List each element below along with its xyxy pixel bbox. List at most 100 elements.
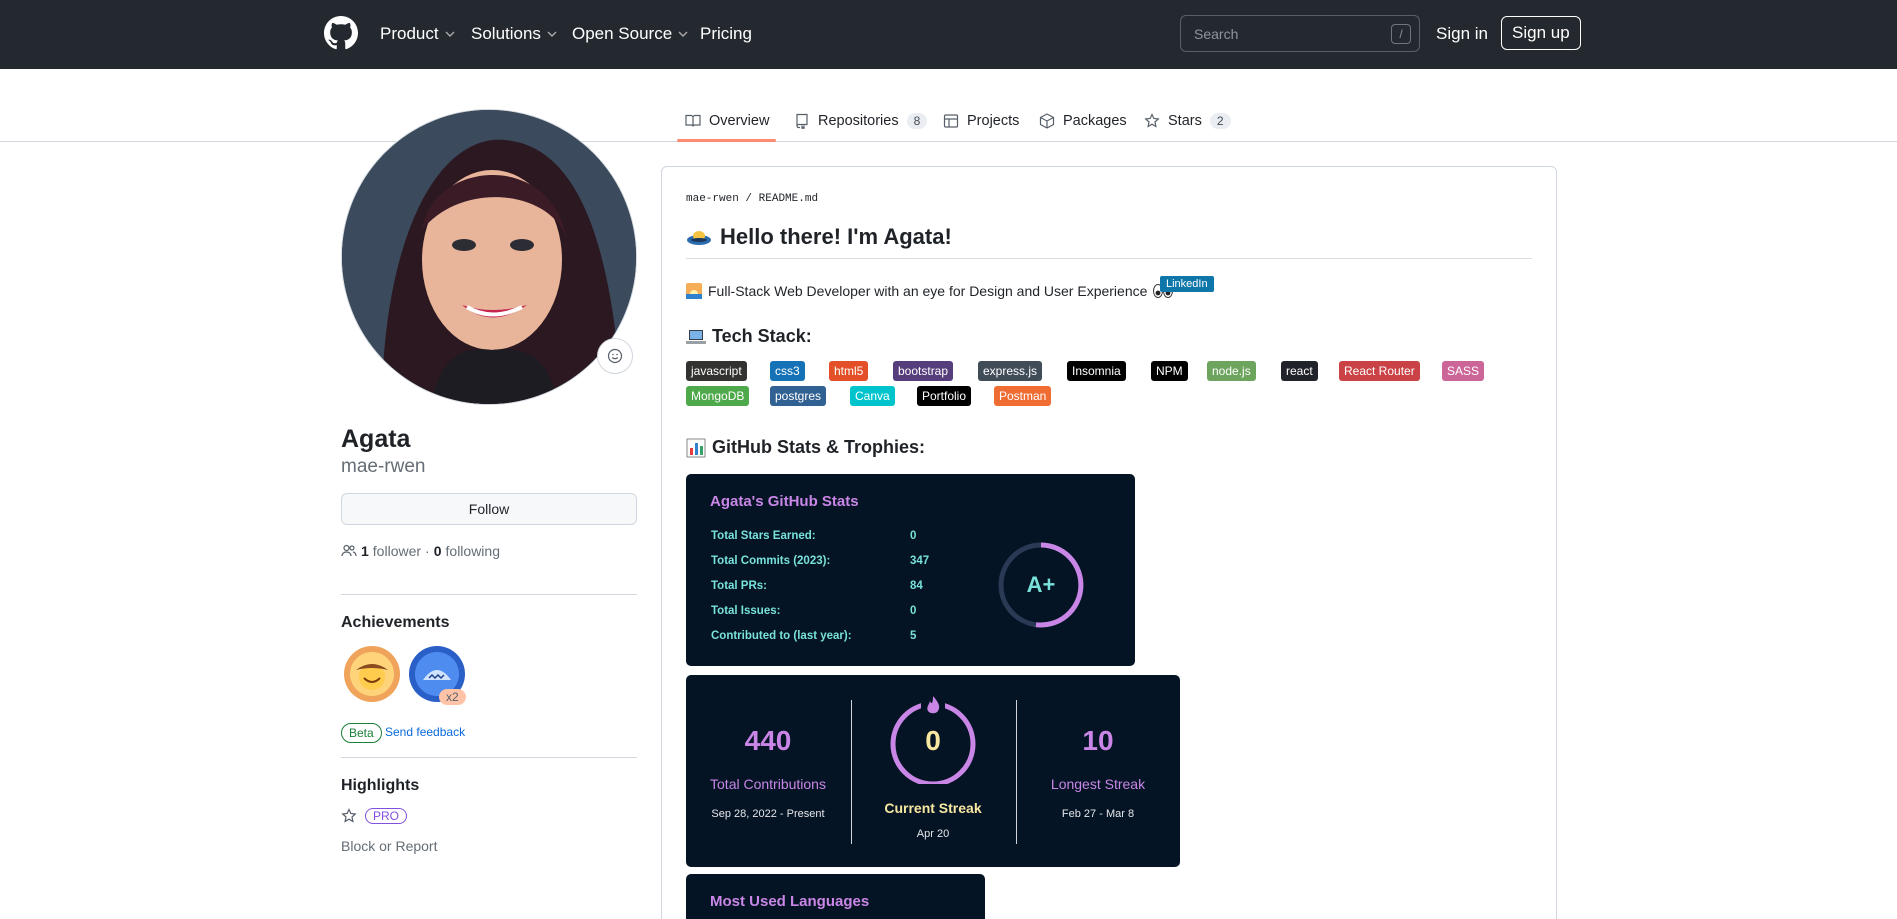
followers-label[interactable]: follower <box>373 543 421 559</box>
achievement-badge-yolo[interactable] <box>344 646 400 702</box>
stats-card-title: Agata's GitHub Stats <box>710 493 859 510</box>
tab-projects[interactable]: Projects <box>943 108 1019 134</box>
following-label[interactable]: following <box>446 543 500 559</box>
shark-icon <box>423 670 451 680</box>
badge-sass[interactable]: SASS <box>1442 361 1485 381</box>
smiley-icon <box>607 348 623 364</box>
badge-express[interactable]: express.js <box>978 361 1043 381</box>
tab-repositories-label: Repositories <box>818 113 899 129</box>
followers-separator: · <box>425 543 430 559</box>
package-icon <box>1039 113 1055 129</box>
laptop-icon <box>686 329 706 344</box>
description-text: Full-Stack Web Developer with an eye for… <box>708 283 1148 299</box>
top-navigation-bar: Product Solutions Open Source Pricing Se… <box>0 0 1897 69</box>
badge-label: Insomnia <box>1072 364 1121 378</box>
search-placeholder: Search <box>1194 26 1239 42</box>
sunrise-icon <box>686 283 702 299</box>
stat-label: Total PRs: <box>711 580 768 592</box>
stat-value: 5 <box>910 630 917 642</box>
status-emoji-button[interactable] <box>597 338 633 374</box>
follow-button[interactable]: Follow <box>341 493 637 525</box>
badge-label: Portfolio <box>922 389 967 403</box>
sign-up-button[interactable]: Sign up <box>1501 16 1581 50</box>
nav-solutions[interactable]: Solutions <box>471 24 557 44</box>
badge-postgres[interactable]: postgres <box>770 386 827 406</box>
badge-npm[interactable]: NPM <box>1151 361 1188 381</box>
sign-in-link[interactable]: Sign in <box>1436 24 1488 44</box>
chevron-down-icon <box>445 31 455 37</box>
badge-insomnia[interactable]: Insomnia <box>1067 361 1126 381</box>
readme-breadcrumb: mae-rwen / README.md <box>686 193 818 205</box>
tab-packages[interactable]: Packages <box>1039 108 1127 134</box>
longest-streak-value: 10 <box>1082 725 1114 756</box>
tab-projects-label: Projects <box>967 113 1020 129</box>
badge-mongodb[interactable]: MongoDB <box>686 386 750 406</box>
linkedin-badge[interactable]: LinkedIn <box>1160 276 1214 292</box>
readme-file-link[interactable]: README.md <box>759 193 818 205</box>
stat-value: 347 <box>910 555 930 567</box>
profile-login: mae-rwen <box>341 456 426 477</box>
following-count[interactable]: 0 <box>434 543 442 559</box>
tab-repositories[interactable]: Repositories 8 <box>794 108 928 134</box>
breadcrumb-separator: / <box>745 193 753 205</box>
badge-label: MongoDB <box>691 389 745 403</box>
badge-label: postgres <box>775 389 822 403</box>
tabs-divider <box>0 141 1897 142</box>
badge-portfolio[interactable]: Portfolio <box>917 386 972 406</box>
badge-react[interactable]: react <box>1281 361 1318 381</box>
achievements-title: Achievements <box>341 614 450 631</box>
followers-count[interactable]: 1 <box>361 543 369 559</box>
search-input[interactable]: Search / <box>1180 15 1420 52</box>
badge-bootstrap[interactable]: bootstrap <box>893 361 954 381</box>
stat-value: 84 <box>910 580 923 592</box>
book-icon <box>685 114 701 127</box>
nav-pricing[interactable]: Pricing <box>700 24 752 44</box>
divider <box>1016 700 1017 844</box>
cowboy-emoji-icon <box>356 664 388 690</box>
badge-postman[interactable]: Postman <box>994 386 1052 406</box>
tab-overview[interactable]: Overview <box>685 108 769 134</box>
divider <box>341 594 637 595</box>
total-contributions-label: Total Contributions <box>710 776 826 792</box>
tab-stars-label: Stars <box>1168 113 1202 129</box>
chevron-down-icon <box>678 31 688 37</box>
tech-stack-title: Tech Stack: <box>712 326 812 346</box>
readme-heading-text: Hello there! I'm Agata! <box>720 224 952 249</box>
achievement-multiplier: x2 <box>439 689 466 705</box>
star-icon <box>341 808 357 823</box>
nav-product[interactable]: Product <box>380 24 455 44</box>
github-logo-icon[interactable] <box>324 16 358 50</box>
languages-card-title: Most Used Languages <box>710 893 870 910</box>
badge-canva[interactable]: Canva <box>850 386 895 406</box>
repo-icon <box>796 113 808 129</box>
block-or-report-link[interactable]: Block or Report <box>341 838 437 854</box>
badge-label: Canva <box>855 389 890 403</box>
badge-javascript[interactable]: javascript <box>686 361 747 381</box>
readme-description: Full-Stack Web Developer with an eye for… <box>686 283 1174 299</box>
search-shortcut-key: / <box>1391 24 1411 44</box>
table-icon <box>943 114 959 128</box>
stars-count: 2 <box>1209 113 1231 129</box>
longest-streak-range: Feb 27 - Mar 8 <box>1061 808 1135 820</box>
readme-owner-link[interactable]: mae-rwen <box>686 193 739 205</box>
badge-nodejs[interactable]: node.js <box>1207 361 1256 381</box>
badge-css3[interactable]: css3 <box>770 361 805 381</box>
profile-name: Agata <box>341 425 411 453</box>
stat-label: Total Stars Earned: <box>711 530 816 542</box>
heading-divider <box>686 258 1532 259</box>
nav-open-source[interactable]: Open Source <box>572 24 688 44</box>
repositories-count: 8 <box>906 113 928 129</box>
pro-badge: PRO <box>365 808 408 824</box>
badge-label: css3 <box>775 364 800 378</box>
tab-stars[interactable]: Stars 2 <box>1144 108 1231 134</box>
readme-heading: Hello there! I'm Agata! <box>686 224 952 250</box>
badge-html5[interactable]: html5 <box>829 361 869 381</box>
flying-saucer-icon <box>687 231 711 245</box>
badge-label: SASS <box>1447 364 1480 378</box>
send-feedback-link[interactable]: Send feedback <box>385 725 465 739</box>
nav-open-source-label: Open Source <box>572 24 673 43</box>
badge-label: React Router <box>1344 364 1415 378</box>
tab-overview-label: Overview <box>709 113 770 129</box>
badge-react-router[interactable]: React Router <box>1339 361 1420 381</box>
chevron-down-icon <box>547 31 557 37</box>
